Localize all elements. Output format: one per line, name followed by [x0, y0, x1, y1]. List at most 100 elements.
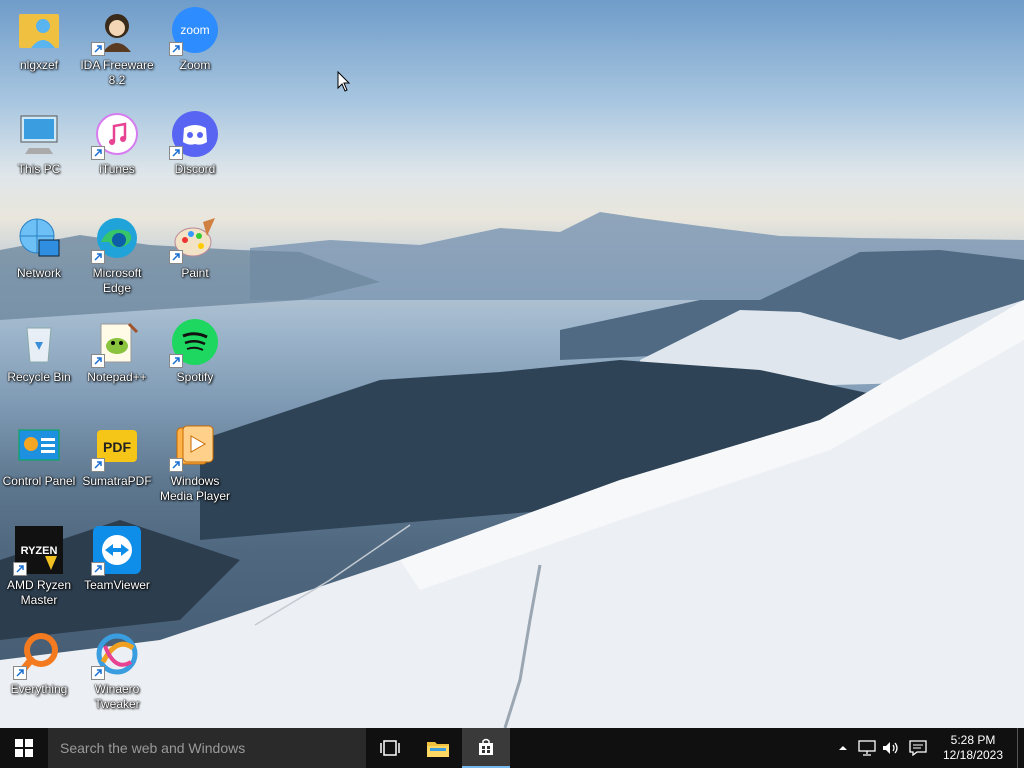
network-icon [858, 740, 876, 756]
spotify-icon [169, 318, 219, 368]
desktop-icon-recycle-bin[interactable]: Recycle Bin [0, 312, 78, 412]
shortcut-arrow-icon [91, 354, 105, 368]
desktop-icon-paint[interactable]: Paint [156, 208, 234, 308]
svg-text:PDF: PDF [103, 439, 131, 455]
desktop-icon-itunes[interactable]: iTunes [78, 104, 156, 204]
recycle-bin-icon [15, 318, 63, 366]
shortcut-arrow-icon [13, 562, 27, 576]
task-view-button[interactable] [366, 728, 414, 768]
desktop-icon-zoom[interactable]: zoom Zoom [156, 0, 234, 100]
shortcut-arrow-icon [169, 250, 183, 264]
desktop-icon-label: Discord [174, 162, 216, 176]
store-icon [479, 738, 493, 755]
system-tray: 5:28 PM 12/18/2023 [831, 728, 1024, 768]
desktop-icon-label: Recycle Bin [7, 370, 71, 384]
desktop-icon-this-pc[interactable]: This PC [0, 104, 78, 204]
show-desktop-button[interactable] [1017, 728, 1024, 768]
store-button[interactable] [462, 728, 510, 768]
taskbar-search-box[interactable]: Search the web and Windows [48, 728, 366, 768]
desktop-icon-label: SumatraPDF [82, 474, 152, 488]
desktop-icon-label: Microsoft Edge [92, 266, 142, 295]
desktop-icon-notepad-plus-plus[interactable]: Notepad++ [78, 312, 156, 412]
sumatrapdf-icon: PDF [91, 422, 141, 472]
user-folder-icon [15, 6, 63, 54]
desktop-icon-windows-media-player[interactable]: Windows Media Player [156, 416, 234, 516]
ida-freeware-icon [91, 6, 141, 56]
chevron-up-icon [839, 746, 847, 750]
desktop-icon-label: nlgxzef [19, 58, 59, 72]
desktop-icon-microsoft-edge[interactable]: Microsoft Edge [78, 208, 156, 308]
action-center-button[interactable] [903, 728, 933, 768]
mouse-cursor-icon [337, 71, 351, 92]
clock-date: 12/18/2023 [942, 748, 1004, 762]
itunes-icon [91, 110, 141, 160]
task-view-icon [380, 740, 400, 756]
this-pc-icon [15, 110, 63, 158]
clock-time: 5:28 PM [950, 733, 996, 747]
desktop-icon-label: IDA Freeware 8.2 [80, 58, 154, 87]
desktop-icon-label: This PC [17, 162, 61, 176]
desktop-icon-label: Network [16, 266, 61, 280]
taskbar-clock[interactable]: 5:28 PM 12/18/2023 [933, 733, 1013, 763]
shortcut-arrow-icon [91, 250, 105, 264]
desktop-icon-sumatrapdf[interactable]: PDF SumatraPDF [78, 416, 156, 516]
windows-media-player-icon [169, 422, 219, 472]
shortcut-arrow-icon [91, 666, 105, 680]
shortcut-arrow-icon [13, 666, 27, 680]
everything-icon [13, 630, 63, 680]
search-placeholder: Search the web and Windows [60, 740, 246, 756]
desktop-icon-teamviewer[interactable]: TeamViewer [78, 520, 156, 620]
file-explorer-button[interactable] [414, 728, 462, 768]
shortcut-arrow-icon [169, 354, 183, 368]
shortcut-arrow-icon [169, 458, 183, 472]
shortcut-arrow-icon [91, 562, 105, 576]
network-icon [15, 214, 63, 262]
amd-ryzen-master-icon: RYZEN [13, 526, 63, 576]
shortcut-arrow-icon [169, 42, 183, 56]
volume-tray-button[interactable] [879, 728, 903, 768]
action-center-icon [909, 740, 927, 756]
desktop-icon-control-panel[interactable]: Control Panel [0, 416, 78, 516]
volume-icon [883, 742, 898, 754]
start-button[interactable] [0, 728, 48, 768]
file-explorer-icon [427, 742, 449, 757]
windows-logo-icon [15, 739, 33, 757]
paint-icon [169, 214, 219, 264]
svg-text:RYZEN: RYZEN [21, 545, 58, 557]
desktop-icon-label: AMD Ryzen Master [6, 578, 71, 607]
desktop-icon-network[interactable]: Network [0, 208, 78, 308]
desktop-icon-winaero-tweaker[interactable]: Winaero Tweaker [78, 624, 156, 724]
desktop-icon-discord[interactable]: Discord [156, 104, 234, 204]
control-panel-icon [15, 422, 63, 470]
shortcut-arrow-icon [91, 146, 105, 160]
svg-text:zoom: zoom [180, 23, 209, 37]
edge-icon [91, 214, 141, 264]
desktop-icon-label: Paint [181, 266, 209, 280]
desktop-icon-label: Notepad++ [87, 370, 147, 384]
zoom-icon: zoom [169, 6, 219, 56]
desktop[interactable]: nlgxzef This PC Network Recycle Bin Cont… [0, 0, 1024, 728]
desktop-icon-label: Windows Media Player [159, 474, 231, 503]
shortcut-arrow-icon [91, 458, 105, 472]
desktop-icon-label: iTunes [99, 162, 135, 176]
desktop-icon-ida-freeware[interactable]: IDA Freeware 8.2 [78, 0, 156, 100]
taskbar: Search the web and Windows 5:28 PM 12/18… [0, 728, 1024, 768]
shortcut-arrow-icon [91, 42, 105, 56]
show-hidden-icons-button[interactable] [831, 728, 855, 768]
network-tray-button[interactable] [855, 728, 879, 768]
notepad-plus-plus-icon [91, 318, 141, 368]
desktop-icon-label: Everything [10, 682, 68, 696]
desktop-icon-label: TeamViewer [84, 578, 150, 592]
desktop-icon-label: Spotify [176, 370, 214, 384]
desktop-icon-label: Zoom [179, 58, 211, 72]
desktop-icon-spotify[interactable]: Spotify [156, 312, 234, 412]
winaero-tweaker-icon [91, 630, 141, 680]
desktop-icon-amd-ryzen-master[interactable]: RYZEN AMD Ryzen Master [0, 520, 78, 620]
discord-icon [169, 110, 219, 160]
teamviewer-icon [91, 526, 141, 576]
desktop-icon-nlgxzef[interactable]: nlgxzef [0, 0, 78, 100]
desktop-icon-label: Winaero Tweaker [94, 682, 140, 711]
desktop-icon-label: Control Panel [2, 474, 76, 488]
desktop-icon-everything[interactable]: Everything [0, 624, 78, 724]
shortcut-arrow-icon [169, 146, 183, 160]
